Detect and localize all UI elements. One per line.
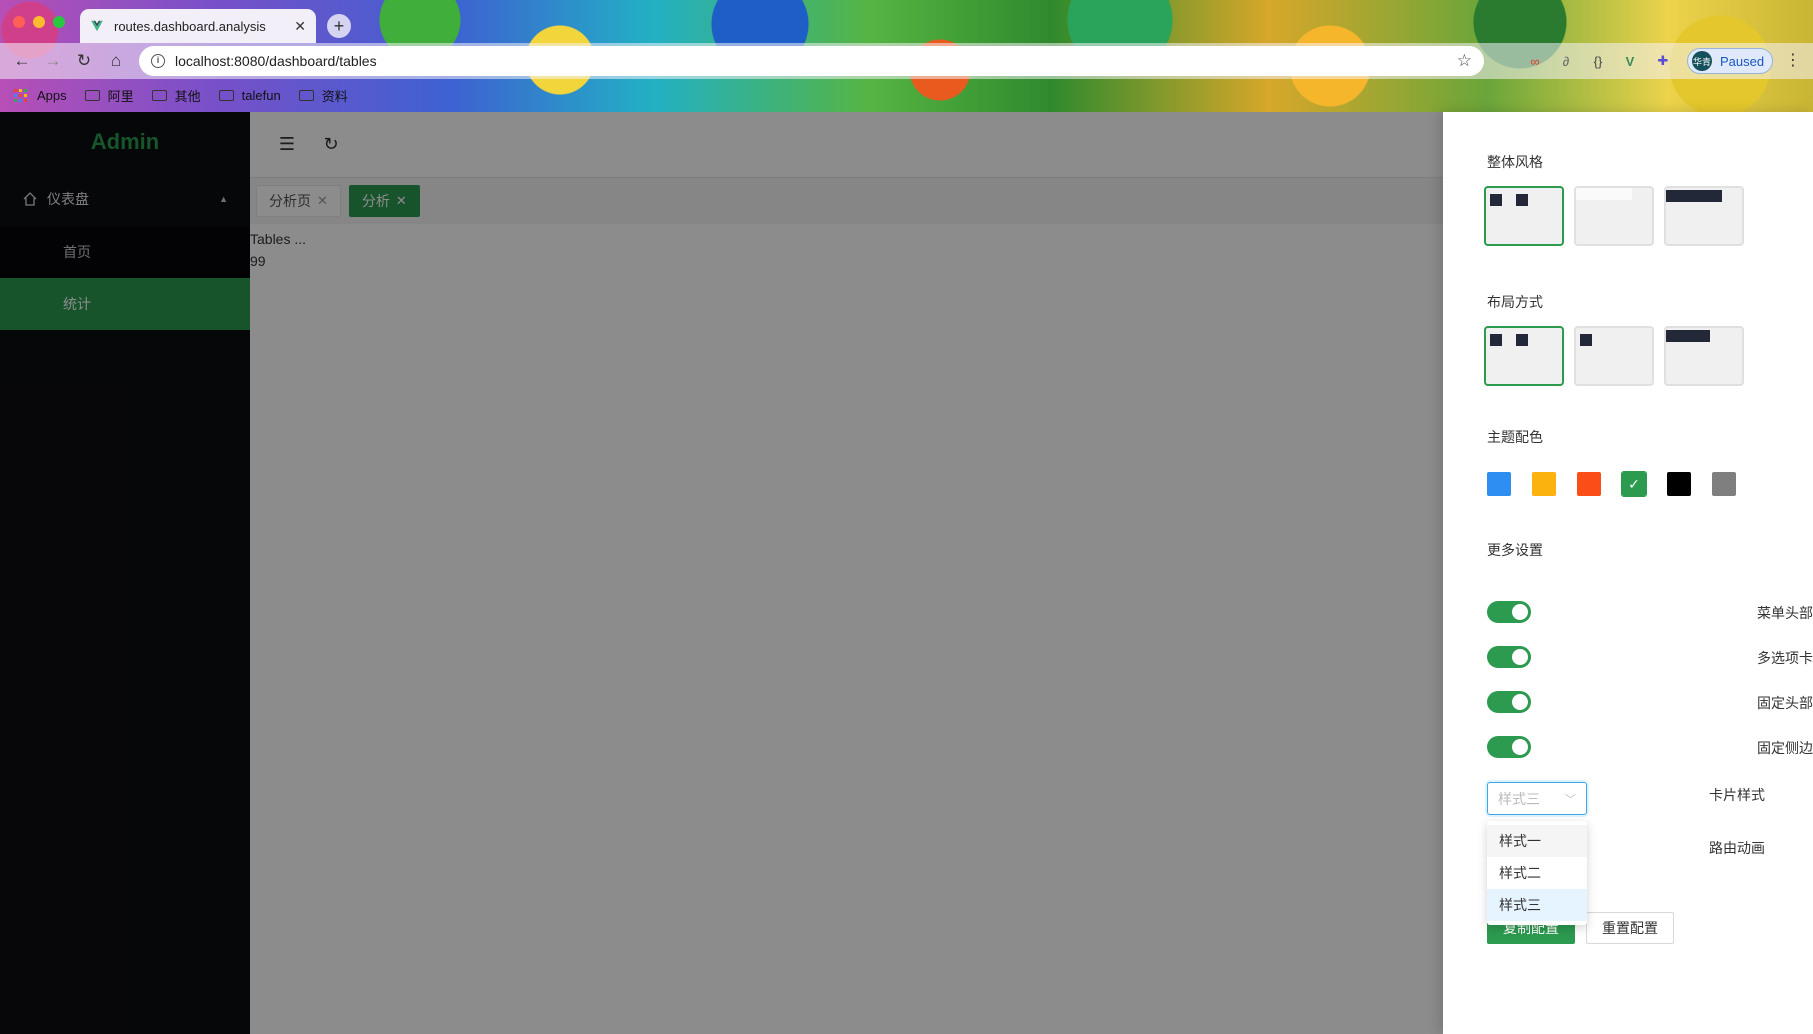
setting-label: 固定头部 xyxy=(1757,695,1813,711)
bookmark-folder[interactable]: 阿里 xyxy=(84,86,134,105)
bookmark-folder[interactable]: talefun xyxy=(218,88,281,103)
maximize-window-button[interactable] xyxy=(53,16,65,28)
theme-color-swatch[interactable] xyxy=(1532,472,1556,496)
theme-color-swatch[interactable]: ✓ xyxy=(1621,471,1647,497)
bookmark-label: talefun xyxy=(241,88,281,103)
bookmark-star-icon[interactable]: ☆ xyxy=(1457,51,1472,71)
folder-icon xyxy=(151,90,167,101)
vue-logo-icon xyxy=(91,20,103,32)
drawer-overlay-mask[interactable] xyxy=(0,112,1443,1034)
setting-menu-header: 菜单头部 xyxy=(1487,598,1813,628)
style-option-dark-sidebar[interactable] xyxy=(1484,186,1564,246)
folder-icon xyxy=(298,90,314,101)
new-tab-button[interactable]: + xyxy=(327,14,351,38)
style-option-light[interactable] xyxy=(1574,186,1654,246)
more-settings-title: 更多设置 xyxy=(1487,542,1543,558)
bookmark-label: 阿里 xyxy=(107,89,134,104)
apps-grid-icon xyxy=(14,89,27,102)
theme-color-swatch[interactable] xyxy=(1667,472,1691,496)
chevron-down-icon: ﹀ xyxy=(1565,793,1576,806)
extension-icon-1[interactable]: ∞ xyxy=(1525,51,1545,71)
home-browser-icon[interactable]: ⌂ xyxy=(105,50,127,72)
multi-tabs-switch[interactable] xyxy=(1487,646,1531,668)
profile-avatar: 华青 xyxy=(1692,51,1712,71)
bookmarks-bar: Apps 阿里 其他 talefun 资料 xyxy=(0,79,1813,112)
address-bar[interactable]: i localhost:8080/dashboard/tables ☆ xyxy=(139,46,1484,76)
site-info-icon[interactable]: i xyxy=(151,54,165,68)
theme-color-title: 主题配色 xyxy=(1487,429,1543,445)
vue-devtools-icon[interactable]: V xyxy=(1620,51,1640,71)
card-style-dropdown: 样式一 样式二 样式三 xyxy=(1487,821,1587,925)
setting-label: 多选项卡 xyxy=(1757,650,1813,666)
route-animation-label: 路由动画 xyxy=(1709,840,1765,856)
theme-color-swatch[interactable] xyxy=(1712,472,1736,496)
bookmark-apps[interactable]: Apps xyxy=(14,88,67,103)
card-style-option-3[interactable]: 样式三 xyxy=(1487,889,1587,921)
layout-option-side[interactable] xyxy=(1484,326,1564,386)
setting-fixed-header: 固定头部 xyxy=(1487,688,1813,718)
card-style-select[interactable]: 样式三 ﹀ xyxy=(1487,782,1587,815)
fixed-sidebar-switch[interactable] xyxy=(1487,736,1531,758)
extension-icon-2[interactable]: ∂ xyxy=(1556,51,1576,71)
bookmark-label: 其他 xyxy=(174,89,201,104)
card-style-label: 卡片样式 xyxy=(1709,787,1765,803)
browser-chrome: routes.dashboard.analysis ✕ + ← → ↻ ⌂ i … xyxy=(0,0,1813,112)
app-root: Admin 仪表盘 ▲ 首页 统计 ☰ ↻ 分析页 ✕ 分析 ✕ Tables ..… xyxy=(0,112,1813,1034)
extensions-puzzle-icon[interactable]: ✚ xyxy=(1653,51,1673,71)
close-tab-icon[interactable]: ✕ xyxy=(294,18,306,35)
minimize-window-button[interactable] xyxy=(33,16,45,28)
back-icon[interactable]: ← xyxy=(11,50,33,72)
overall-style-title: 整体风格 xyxy=(1487,154,1543,170)
layout-title: 布局方式 xyxy=(1487,294,1543,310)
setting-fixed-sidebar: 固定侧边 xyxy=(1487,733,1813,763)
folder-icon xyxy=(218,90,234,101)
menu-header-switch[interactable] xyxy=(1487,601,1531,623)
layout-option-top[interactable] xyxy=(1664,326,1744,386)
profile-button[interactable]: 华青 Paused xyxy=(1687,48,1773,74)
style-option-dark-top[interactable] xyxy=(1664,186,1744,246)
reload-icon[interactable]: ↻ xyxy=(73,50,95,72)
reset-config-button[interactable]: 重置配置 xyxy=(1586,912,1674,944)
theme-color-swatch[interactable] xyxy=(1487,472,1511,496)
bookmark-label: Apps xyxy=(37,88,67,103)
setting-multi-tabs: 多选项卡 xyxy=(1487,643,1813,673)
folder-icon xyxy=(84,90,100,101)
profile-status: Paused xyxy=(1720,53,1765,69)
browser-tab[interactable]: routes.dashboard.analysis ✕ xyxy=(80,9,316,43)
bookmark-label: 资料 xyxy=(321,89,348,104)
setting-label: 菜单头部 xyxy=(1757,605,1813,621)
card-style-value: 样式三 xyxy=(1498,790,1540,807)
browser-tab-title: routes.dashboard.analysis xyxy=(114,18,266,34)
theme-color-swatch[interactable] xyxy=(1577,472,1601,496)
fixed-header-switch[interactable] xyxy=(1487,691,1531,713)
url-text: localhost:8080/dashboard/tables xyxy=(175,53,377,69)
setting-label: 固定侧边 xyxy=(1757,740,1813,756)
browser-menu-icon[interactable]: ⋮ xyxy=(1785,50,1801,70)
card-style-option-1[interactable]: 样式一 xyxy=(1487,825,1587,857)
bookmark-folder[interactable]: 资料 xyxy=(298,86,348,105)
layout-option-side-light[interactable] xyxy=(1574,326,1654,386)
close-window-button[interactable] xyxy=(13,16,25,28)
bookmark-folder[interactable]: 其他 xyxy=(151,86,201,105)
card-style-option-2[interactable]: 样式二 xyxy=(1487,857,1587,889)
extension-icon-3[interactable]: {} xyxy=(1588,51,1608,71)
settings-drawer: 整体风格 布局方式 主题配色 ✓ 更多设置 菜单头部 多选项卡 固定头部 固定侧… xyxy=(1443,112,1813,1034)
forward-icon[interactable]: → xyxy=(42,50,64,72)
